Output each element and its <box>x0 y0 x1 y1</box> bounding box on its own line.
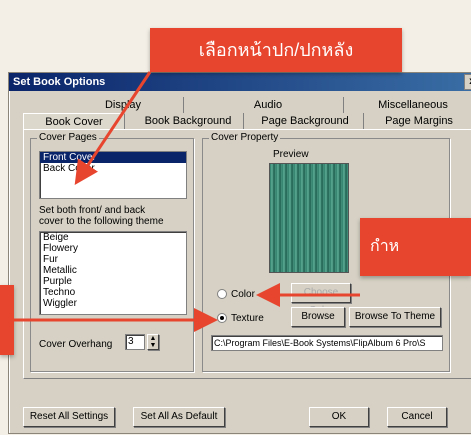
arrow-to-front-cover <box>74 71 152 185</box>
callout-arrows <box>14 71 360 332</box>
